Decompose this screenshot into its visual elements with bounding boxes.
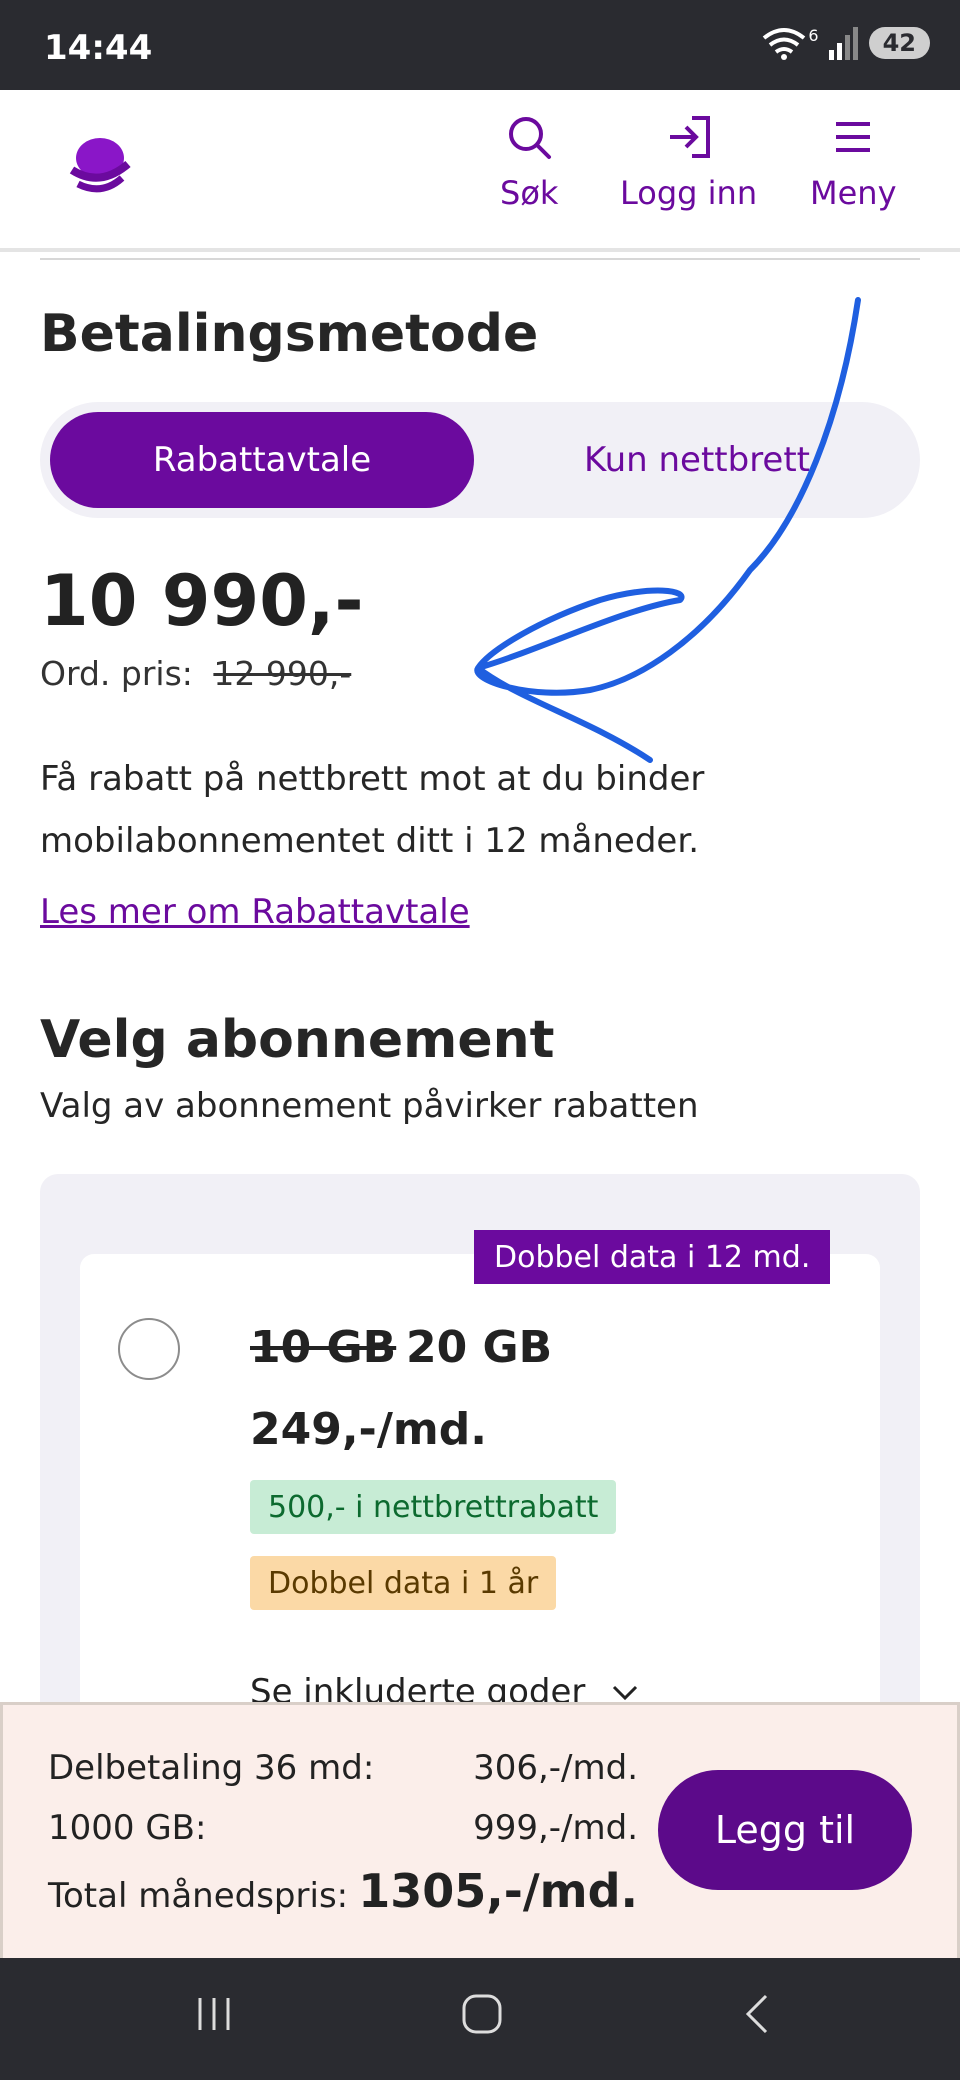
back-icon[interactable]	[736, 1992, 780, 2036]
nav-search[interactable]: Søk	[500, 114, 558, 212]
android-nav-bar	[0, 1958, 960, 2080]
status-bar: 14:44 6 42	[0, 0, 960, 90]
ordinary-price: Ord. pris: 12 990,-	[40, 654, 351, 693]
add-to-cart-button[interactable]: Legg til	[658, 1770, 912, 1890]
discount-badge: 500,- i nettbrettrabatt	[250, 1480, 617, 1534]
price-main: 10 990,-	[40, 560, 364, 642]
ordinary-price-label: Ord. pris:	[40, 654, 193, 693]
promo-tag: Dobbel data i 12 md.	[474, 1230, 831, 1284]
payment-toggle: Rabattavtale Kun nettbrett	[40, 402, 920, 518]
wifi-icon	[763, 28, 806, 60]
nav-menu-label: Meny	[810, 174, 897, 212]
summary-row-total: Total månedspris: 1305,-/md.	[48, 1864, 638, 1918]
site-header: Søk Logg inn Meny	[0, 90, 960, 252]
nav-search-label: Søk	[500, 174, 559, 212]
plan-data-new: 20 GB	[406, 1322, 553, 1373]
summary-row-data: 1000 GB: 999,-/md.	[48, 1808, 638, 1848]
search-icon	[509, 117, 552, 159]
telia-logo[interactable]	[64, 130, 134, 200]
plan-price: 249,-/md.	[250, 1404, 487, 1455]
read-more-link[interactable]: Les mer om Rabattavtale	[40, 892, 470, 932]
total-value: 1305,-/md.	[358, 1864, 638, 1918]
nav-menu[interactable]: Meny	[810, 114, 897, 212]
subscription-subheading: Valg av abonnement påvirker rabatten	[40, 1086, 699, 1126]
signal-type: 6	[808, 25, 819, 45]
home-icon[interactable]	[460, 1992, 504, 2036]
installment-value: 306,-/md.	[473, 1748, 638, 1788]
installment-label: Delbetaling 36 md:	[48, 1748, 375, 1788]
plan-data-old: 10 GB	[250, 1322, 397, 1373]
total-label: Total månedspris:	[48, 1876, 349, 1916]
menu-icon	[836, 122, 871, 152]
subscription-heading: Velg abonnement	[40, 1010, 555, 1070]
plan-radio[interactable]	[118, 1318, 180, 1380]
double-data-badge: Dobbel data i 1 år	[250, 1556, 557, 1610]
summary-row-installment: Delbetaling 36 md: 306,-/md.	[48, 1748, 638, 1788]
toggle-option-rabattavtale[interactable]: Rabattavtale	[50, 412, 474, 508]
divider	[40, 258, 920, 260]
login-icon	[669, 116, 710, 158]
data-plan-value: 999,-/md.	[473, 1808, 638, 1848]
battery-indicator: 42	[868, 27, 930, 59]
recents-icon[interactable]	[192, 1992, 236, 2036]
signal-icon	[828, 27, 858, 60]
nav-login[interactable]: Logg inn	[620, 114, 757, 212]
discount-description: Få rabatt på nettbrett mot at du binder …	[40, 759, 705, 861]
status-time: 14:44	[44, 28, 153, 68]
data-plan-label: 1000 GB:	[48, 1808, 207, 1848]
chevron-down-icon	[613, 1685, 638, 1701]
status-icons: 6 42	[762, 26, 930, 60]
ordinary-price-value: 12 990,-	[213, 654, 352, 693]
toggle-option-kun-nettbrett[interactable]: Kun nettbrett	[484, 412, 910, 508]
nav-login-label: Logg inn	[620, 174, 758, 212]
payment-heading: Betalingsmetode	[40, 304, 539, 364]
